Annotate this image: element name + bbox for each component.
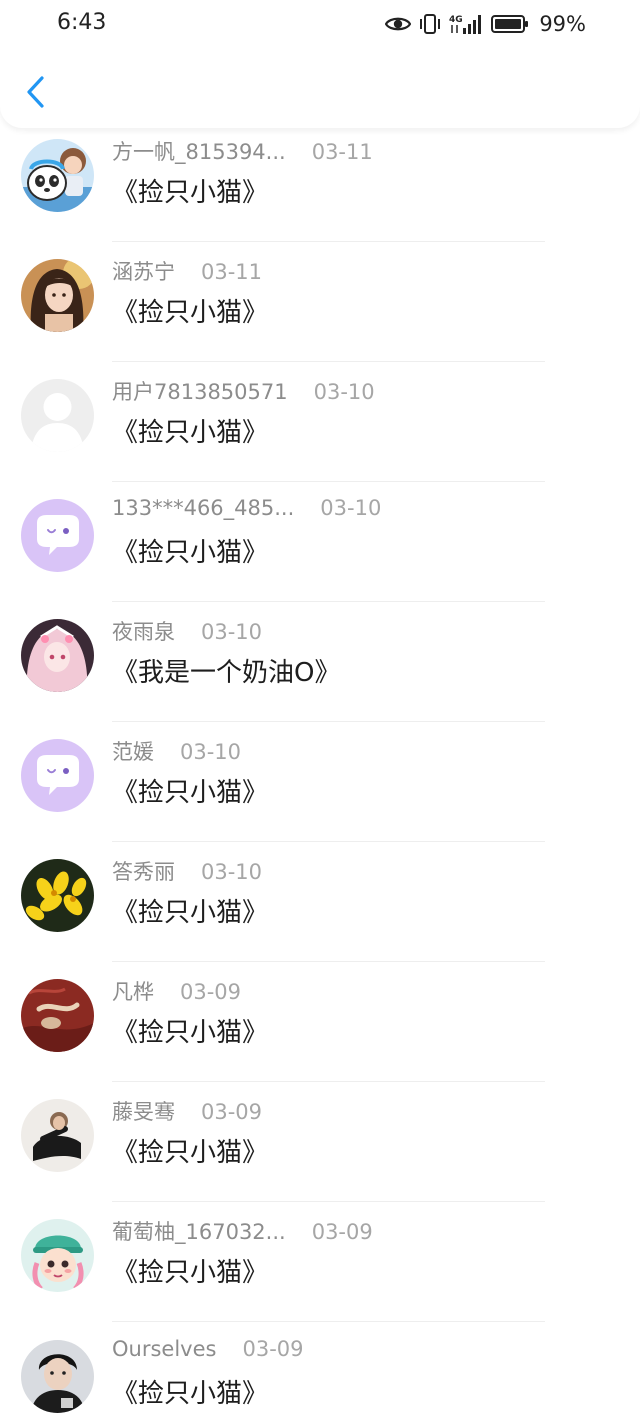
comment-date: 03-10	[201, 620, 263, 644]
comment-meta: 133***466_485... 03-10	[112, 496, 381, 526]
avatar[interactable]	[21, 1219, 94, 1292]
username[interactable]: 夜雨泉	[112, 616, 175, 646]
avatar[interactable]	[21, 739, 94, 812]
avatar[interactable]	[21, 1340, 94, 1413]
back-button[interactable]	[18, 72, 52, 112]
list-item[interactable]: 夜雨泉 03-10 《我是一个奶油O》	[0, 602, 640, 722]
comment-date: 03-10	[180, 740, 242, 764]
signal-4g-icon: 4G	[449, 13, 483, 35]
comment-list[interactable]: 方一帆_815394... 03-11 《捡只小猫》 涵苏宁 03-11 《捡只…	[0, 128, 640, 1423]
comment-meta: 凡桦 03-09	[112, 976, 241, 1006]
comment-meta: 涵苏宁 03-11	[112, 256, 262, 286]
divider	[112, 1321, 545, 1322]
comment-date: 03-09	[201, 1100, 263, 1124]
list-item[interactable]: 133***466_485... 03-10 《捡只小猫》	[0, 482, 640, 602]
comment-meta: 方一帆_815394... 03-11	[112, 136, 373, 166]
eye-icon	[385, 15, 412, 33]
comment-date: 03-10	[320, 496, 382, 520]
nav-bar	[0, 48, 640, 128]
username[interactable]: 藤旻骞	[112, 1096, 175, 1126]
username[interactable]: 范媛	[112, 736, 154, 766]
status-icons: 4G 99%	[385, 10, 586, 38]
username[interactable]: 133***466_485...	[112, 496, 294, 520]
list-item[interactable]: 葡萄柚_167032... 03-09 《捡只小猫》	[0, 1202, 640, 1322]
book-title[interactable]: 《我是一个奶油O》	[112, 652, 340, 689]
avatar[interactable]	[21, 259, 94, 332]
book-title[interactable]: 《捡只小猫》	[112, 1373, 268, 1410]
list-item[interactable]: 方一帆_815394... 03-11 《捡只小猫》	[0, 128, 640, 242]
battery-icon	[491, 14, 529, 34]
status-bar: 6:43 4G 99%	[0, 0, 640, 48]
avatar[interactable]	[21, 979, 94, 1052]
username[interactable]: 用户7813850571	[112, 376, 288, 406]
comment-meta: 藤旻骞 03-09	[112, 1096, 262, 1126]
book-title[interactable]: 《捡只小猫》	[112, 1132, 268, 1169]
book-title[interactable]: 《捡只小猫》	[112, 532, 268, 569]
list-item[interactable]: 凡桦 03-09 《捡只小猫》	[0, 962, 640, 1082]
avatar[interactable]	[21, 139, 94, 212]
username[interactable]: 凡桦	[112, 976, 154, 1006]
status-time: 6:43	[57, 10, 107, 35]
comment-date: 03-09	[180, 980, 242, 1004]
list-item[interactable]: 藤旻骞 03-09 《捡只小猫》	[0, 1082, 640, 1202]
vibrate-icon	[419, 13, 441, 35]
svg-text:4G: 4G	[449, 15, 463, 25]
list-item[interactable]: 答秀丽 03-10 《捡只小猫》	[0, 842, 640, 962]
avatar[interactable]	[21, 1099, 94, 1172]
comment-date: 03-10	[201, 860, 263, 884]
avatar[interactable]	[21, 859, 94, 932]
list-item[interactable]: 涵苏宁 03-11 《捡只小猫》	[0, 242, 640, 362]
username[interactable]: Ourselves	[112, 1337, 216, 1361]
username[interactable]: 方一帆_815394...	[112, 136, 286, 166]
avatar[interactable]	[21, 379, 94, 452]
comment-meta: 葡萄柚_167032... 03-09	[112, 1216, 373, 1246]
comment-meta: 夜雨泉 03-10	[112, 616, 262, 646]
username[interactable]: 涵苏宁	[112, 256, 175, 286]
list-item[interactable]: Ourselves 03-09 《捡只小猫》	[0, 1323, 640, 1423]
chevron-left-icon	[27, 76, 44, 108]
comment-date: 03-10	[313, 380, 375, 404]
username[interactable]: 答秀丽	[112, 856, 175, 886]
battery-percentage: 99%	[539, 12, 586, 36]
avatar[interactable]	[21, 619, 94, 692]
list-item[interactable]: 用户7813850571 03-10 《捡只小猫》	[0, 362, 640, 482]
comment-date: 03-09	[242, 1337, 304, 1361]
book-title[interactable]: 《捡只小猫》	[112, 1012, 268, 1049]
book-title[interactable]: 《捡只小猫》	[112, 772, 268, 809]
book-title[interactable]: 《捡只小猫》	[112, 172, 268, 209]
comment-meta: 范媛 03-10	[112, 736, 241, 766]
comment-date: 03-09	[311, 1220, 373, 1244]
book-title[interactable]: 《捡只小猫》	[112, 412, 268, 449]
list-item[interactable]: 范媛 03-10 《捡只小猫》	[0, 722, 640, 842]
book-title[interactable]: 《捡只小猫》	[112, 1252, 268, 1289]
username[interactable]: 葡萄柚_167032...	[112, 1216, 286, 1246]
comment-date: 03-11	[201, 260, 263, 284]
comment-meta: Ourselves 03-09	[112, 1337, 304, 1367]
avatar[interactable]	[21, 499, 94, 572]
book-title[interactable]: 《捡只小猫》	[112, 292, 268, 329]
comment-meta: 答秀丽 03-10	[112, 856, 262, 886]
comment-date: 03-11	[311, 140, 373, 164]
book-title[interactable]: 《捡只小猫》	[112, 892, 268, 929]
comment-meta: 用户7813850571 03-10	[112, 376, 375, 406]
